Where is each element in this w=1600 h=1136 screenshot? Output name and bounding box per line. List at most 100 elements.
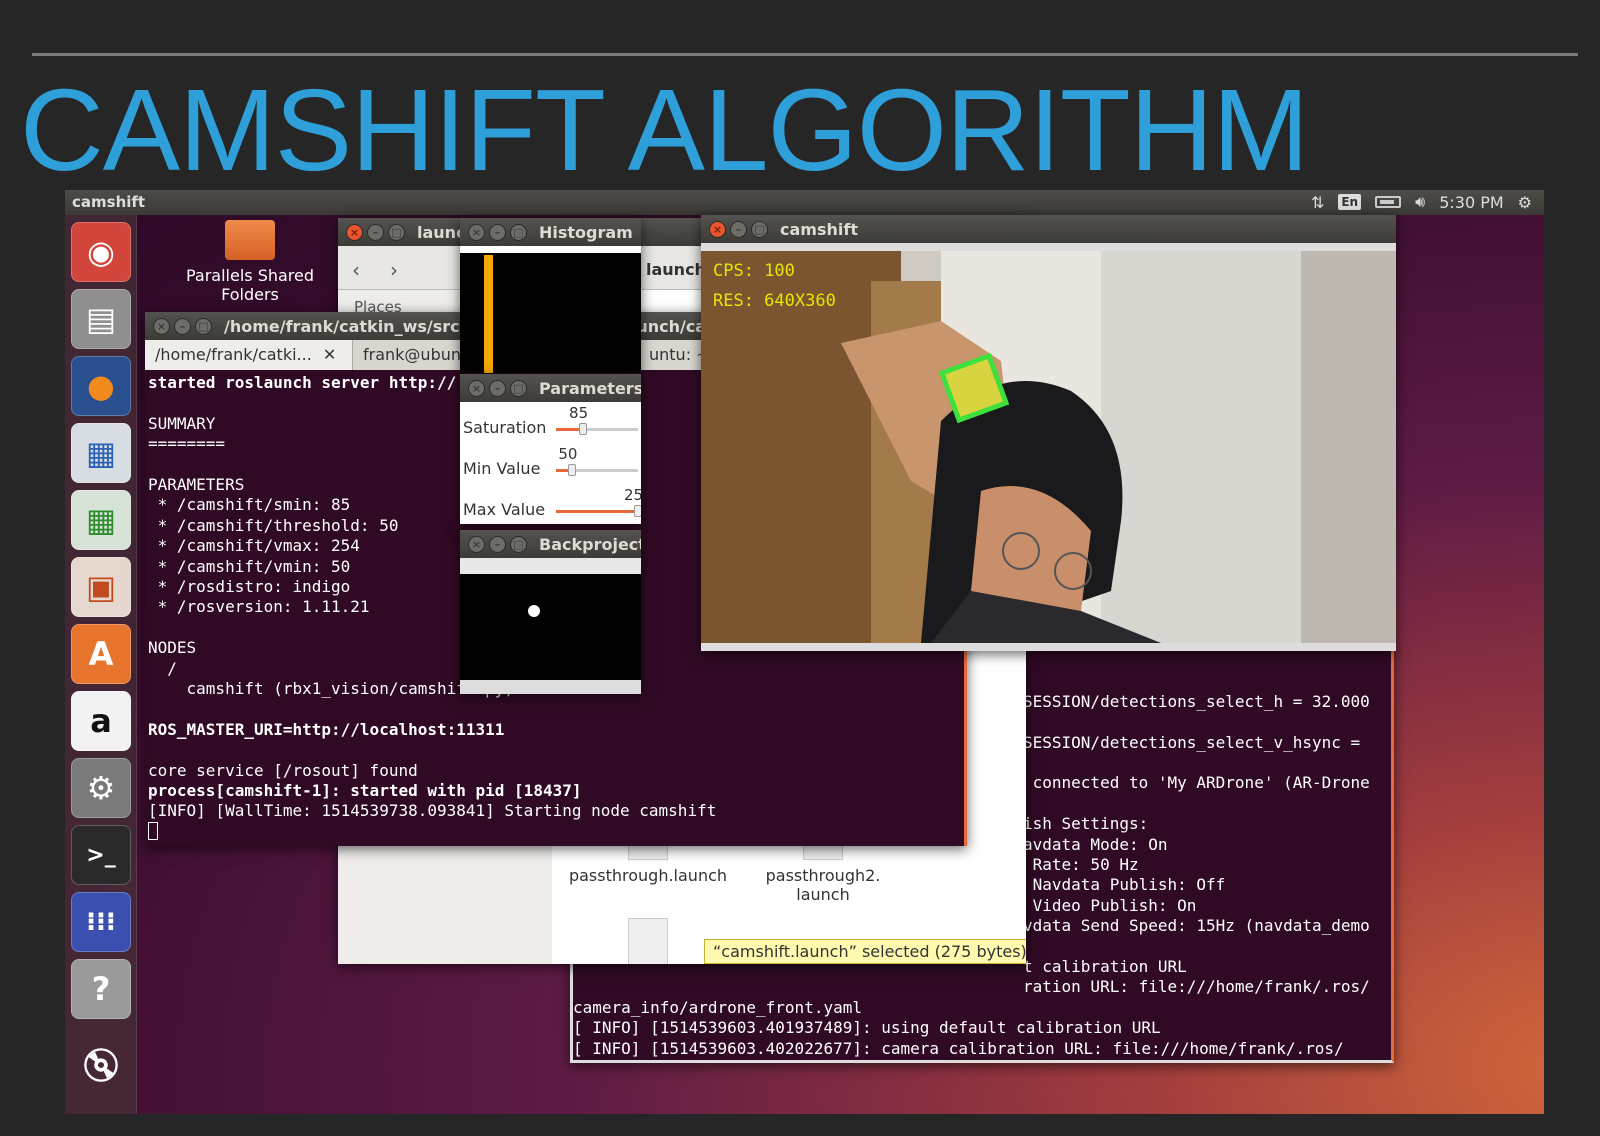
camshift-titlebar[interactable]: × – □ camshift [701, 215, 1396, 243]
parameter-slider[interactable] [556, 464, 638, 476]
back-icon[interactable]: ‹ [352, 258, 360, 282]
close-icon[interactable]: × [468, 535, 485, 553]
parameters-title: Parameters [539, 378, 641, 398]
ubuntu-icon[interactable]: ◉ [71, 222, 131, 282]
gear-icon[interactable]: ⚙ [1518, 193, 1532, 212]
parameters-window[interactable]: × – □ Parameters Saturation 85 Min Value 50 Ma… [460, 374, 641, 524]
dvd-icon[interactable]: 💿︎ [71, 1035, 131, 1095]
close-icon[interactable]: × [468, 379, 485, 397]
minimize-icon[interactable]: – [489, 535, 506, 553]
slider-knob[interactable] [579, 423, 588, 435]
resolution-readout: RES: 640X360 [713, 291, 836, 311]
desktop-folder-label: Parallels Shared Folders [185, 266, 315, 304]
terminal-line: t calibration URL [1023, 957, 1187, 977]
terminal-line: Video Publish: On [1023, 895, 1197, 915]
minimize-icon[interactable]: – [174, 317, 191, 335]
calc-icon[interactable]: ▦ [71, 490, 131, 550]
terminal-line: [INFO] [WallTime: 1514539738.093841] Sta… [148, 801, 717, 821]
parameter-slider[interactable] [556, 423, 638, 435]
parameter-label: Saturation [463, 418, 547, 437]
backprojection-titlebar[interactable]: ×–□ Backprojection [460, 530, 641, 558]
parameter-slider[interactable] [556, 505, 641, 517]
tab-catkin[interactable]: /home/frank/catki... ✕ [145, 340, 353, 370]
battery-icon[interactable] [1375, 196, 1402, 208]
minimize-icon[interactable]: – [367, 223, 384, 241]
terminal-line: [ INFO] [1514539603.401937489]: using de… [573, 1018, 1161, 1038]
files-icon[interactable]: ▤ [71, 289, 131, 349]
launcher: ◉ ▤ ● ▦ ▦ ▣ A a ⚙ >_ ⁝⁝⁝ ? 💿︎ [65, 215, 137, 1114]
system-tray: ⇅ En 🔊︎ 5:30 PM ⚙ [1311, 192, 1532, 212]
network-icon[interactable]: ⇅ [1311, 193, 1324, 212]
parameter-label: Max Value [463, 500, 546, 519]
file-item[interactable]: passthrough2. launch [753, 840, 893, 904]
firefox-icon[interactable]: ● [71, 356, 131, 416]
slide-divider [32, 53, 1578, 56]
path-button[interactable]: launch [646, 260, 706, 279]
help-icon[interactable]: ? [71, 959, 131, 1019]
terminal-line: Rate: 50 Hz [1023, 855, 1139, 875]
close-icon[interactable]: ✕ [323, 345, 336, 364]
parameter-value: 85 [569, 404, 589, 422]
impress-icon[interactable]: ▣ [71, 557, 131, 617]
file-icon[interactable] [628, 918, 668, 964]
clock[interactable]: 5:30 PM [1439, 193, 1503, 212]
histogram-title: Histogram [539, 222, 633, 242]
terminal-line: process[camshift-1]: started with pid [1… [148, 781, 582, 801]
terminal-line: ROS_MASTER_URI=http://localhost:11311 [148, 719, 505, 739]
camshift-video-window[interactable]: × – □ camshift CPS: 100 RES: 640X360 [701, 215, 1396, 651]
file-item[interactable]: passthrough.launch [563, 840, 733, 885]
terminal-back-output: SESSION/detections_select_h = 32.000 SESS… [573, 692, 1388, 1060]
file-label: passthrough.launch [568, 866, 728, 885]
writer-icon[interactable]: ▦ [71, 423, 131, 483]
backprojection-bottom-strip [460, 680, 641, 694]
terminal-line: ish Settings: [1023, 814, 1149, 834]
software-center-icon[interactable]: A [71, 624, 131, 684]
maximize-icon[interactable]: □ [195, 317, 212, 335]
close-icon[interactable]: × [153, 317, 170, 335]
apps-icon[interactable]: ⁝⁝⁝ [71, 892, 131, 952]
camshift-title: camshift [780, 219, 858, 239]
parameters-titlebar[interactable]: × – □ Parameters [460, 374, 641, 402]
terminal-line: camera_info/ardrone_bottom.yaml [573, 1059, 1388, 1060]
slide-title: CAMSHIFT ALGORITHM [20, 65, 1309, 195]
terminal-line: [ INFO] [1514539603.402022677]: camera c… [573, 1038, 1344, 1058]
camera-feed[interactable]: CPS: 100 RES: 640X360 [701, 251, 1396, 643]
minimize-icon[interactable]: – [489, 379, 506, 397]
close-icon[interactable]: × [709, 220, 726, 238]
terminal-line: Navdata Publish: Off [1023, 875, 1226, 895]
slider-knob[interactable] [568, 464, 577, 476]
histogram-titlebar[interactable]: × – □ Histogram [460, 218, 641, 246]
desktop-folder[interactable]: Parallels Shared Folders [185, 220, 315, 304]
minimize-icon[interactable]: – [730, 220, 747, 238]
terminal-icon[interactable]: >_ [71, 825, 131, 885]
backprojection-top-strip [460, 558, 641, 574]
amazon-icon[interactable]: a [71, 691, 131, 751]
keyboard-layout-indicator[interactable]: En [1338, 194, 1362, 210]
maximize-icon[interactable]: □ [510, 379, 527, 397]
cps-readout: CPS: 100 [713, 261, 795, 281]
terminal-cursor [148, 821, 158, 840]
terminal-line: connected to 'My ARDrone' (AR-Drone [1023, 773, 1370, 793]
status-label: “camshift.launch” selected (275 bytes) [704, 939, 1026, 964]
close-icon[interactable]: × [346, 223, 363, 241]
histogram-window[interactable]: × – □ Histogram [460, 218, 641, 373]
backprojection-window[interactable]: ×–□ Backprojection [460, 530, 641, 694]
minimize-icon[interactable]: – [489, 223, 506, 241]
maximize-icon[interactable]: □ [510, 223, 527, 241]
settings-icon[interactable]: ⚙ [71, 758, 131, 818]
maximize-icon[interactable]: □ [751, 220, 768, 238]
terminal-line: ration URL: file:///home/frank/.ros/ [1023, 977, 1370, 997]
maximize-icon[interactable]: □ [510, 535, 527, 553]
histogram-bar [484, 255, 493, 373]
forward-icon[interactable]: › [390, 258, 398, 282]
top-panel: camshift ⇅ En 🔊︎ 5:30 PM ⚙ [65, 190, 1544, 215]
close-icon[interactable]: × [468, 223, 485, 241]
backprojection-blob [528, 605, 540, 617]
slider-knob[interactable] [634, 505, 641, 517]
histogram-top-strip [460, 246, 641, 253]
volume-icon[interactable]: 🔊︎ [1415, 192, 1425, 212]
maximize-icon[interactable]: □ [388, 223, 405, 241]
